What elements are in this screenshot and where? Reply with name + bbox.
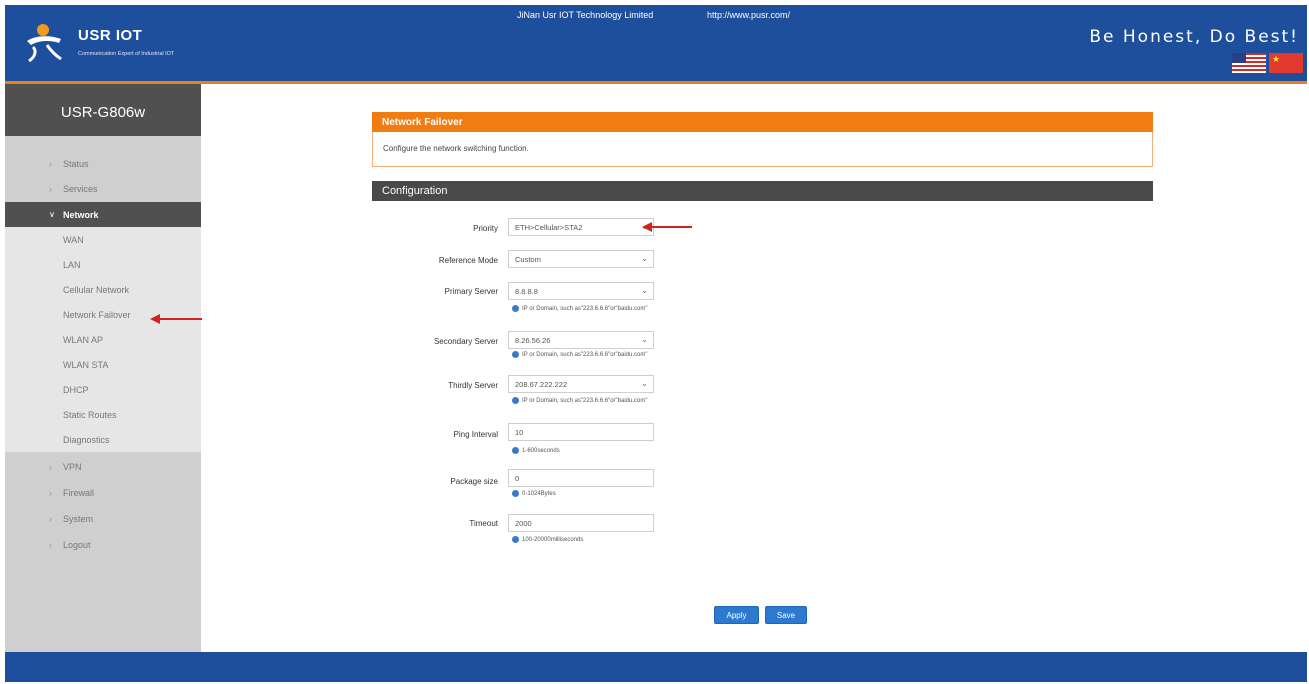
primary-server-label: Primary Server bbox=[444, 287, 498, 296]
annotation-arrow-priority bbox=[642, 222, 692, 232]
chevron-down-icon: ⌄ bbox=[641, 379, 648, 388]
device-box: USR-G806w bbox=[5, 84, 201, 136]
footer bbox=[5, 652, 1307, 682]
top-header: USR IOT Communication Expert of Industri… bbox=[5, 5, 1307, 81]
section-description-box: Configure the network switching function… bbox=[372, 132, 1153, 167]
menu-status[interactable]: Status bbox=[5, 151, 201, 176]
ping-interval-label: Ping Interval bbox=[453, 430, 498, 439]
slogan: Be Honest, Do Best! bbox=[1089, 27, 1299, 47]
menu-firewall[interactable]: Firewall bbox=[5, 480, 201, 505]
chevron-down-icon: ⌄ bbox=[641, 254, 648, 263]
secondary-server-label: Secondary Server bbox=[433, 337, 498, 346]
package-size-value: 0 bbox=[515, 474, 520, 483]
logo-title: USR IOT bbox=[78, 27, 143, 44]
menu-system[interactable]: System bbox=[5, 506, 201, 531]
package-size-label: Package size bbox=[450, 477, 498, 486]
timeout-label: Timeout bbox=[469, 519, 498, 528]
sidebar: USR-G806w Status Services Network WAN LA… bbox=[5, 84, 201, 652]
secondary-server-input[interactable]: 8.26.56.26 ⌄ bbox=[508, 331, 654, 349]
chinese-flag-icon[interactable]: ★ bbox=[1269, 53, 1303, 73]
ping-interval-hint: 1-600seconds bbox=[512, 447, 560, 454]
sidebar-item-wan[interactable]: WAN bbox=[5, 227, 201, 252]
info-icon bbox=[512, 447, 519, 454]
primary-server-hint-text: IP or Domain, such as"223.6.6.6"or"baidu… bbox=[522, 306, 648, 313]
save-button[interactable]: Save bbox=[765, 606, 807, 624]
primary-server-value: 8.8.8.8 bbox=[515, 287, 538, 296]
footer-company: JiNan Usr IOT Technology Limited bbox=[517, 10, 654, 20]
thirdly-server-label: Thirdly Server bbox=[448, 381, 498, 390]
thirdly-server-value: 208.67.222.222 bbox=[515, 380, 568, 389]
chevron-down-icon: ⌄ bbox=[641, 286, 648, 295]
info-icon bbox=[512, 490, 519, 497]
english-flag-icon[interactable] bbox=[1232, 53, 1266, 73]
package-size-input[interactable]: 0 bbox=[508, 469, 654, 487]
info-icon bbox=[512, 536, 519, 543]
ping-interval-hint-text: 1-600seconds bbox=[522, 448, 560, 455]
info-icon bbox=[512, 351, 519, 358]
info-icon bbox=[512, 305, 519, 312]
priority-select[interactable]: ETH>Cellular>STA2 ⌄ bbox=[508, 218, 654, 236]
primary-server-input[interactable]: 8.8.8.8 ⌄ bbox=[508, 282, 654, 300]
annotation-arrow-sidebar bbox=[150, 314, 202, 324]
menu-network[interactable]: Network bbox=[5, 202, 201, 227]
thirdly-server-hint-text: IP or Domain, such as"223.6.6.6"or"baidu… bbox=[522, 398, 648, 405]
sidebar-item-wlan-ap[interactable]: WLAN AP bbox=[5, 327, 201, 352]
thirdly-server-hint: IP or Domain, such as"223.6.6.6"or"baidu… bbox=[512, 397, 647, 404]
ping-interval-value: 10 bbox=[515, 428, 524, 437]
reference-mode-label: Reference Mode bbox=[438, 256, 498, 265]
section-description: Configure the network switching function… bbox=[383, 144, 529, 153]
info-icon bbox=[512, 397, 519, 404]
apply-button[interactable]: Apply bbox=[714, 606, 759, 624]
timeout-hint-text: 100-20000milliseconds bbox=[522, 537, 584, 544]
menu-vpn[interactable]: VPN bbox=[5, 454, 201, 479]
sidebar-item-wlan-sta[interactable]: WLAN STA bbox=[5, 352, 201, 377]
timeout-input[interactable]: 2000 bbox=[508, 514, 654, 532]
footer-url-link[interactable]: http://www.pusr.com/ bbox=[707, 10, 790, 20]
sidebar-item-lan[interactable]: LAN bbox=[5, 252, 201, 277]
menu-logout[interactable]: Logout bbox=[5, 532, 201, 557]
sidebar-item-dhcp[interactable]: DHCP bbox=[5, 377, 201, 402]
secondary-server-value: 8.26.56.26 bbox=[515, 336, 551, 345]
reference-mode-select[interactable]: Custom ⌄ bbox=[508, 250, 654, 268]
timeout-value: 2000 bbox=[515, 519, 532, 528]
reference-mode-value: Custom bbox=[515, 255, 541, 264]
primary-server-hint: IP or Domain, such as"223.6.6.6"or"baidu… bbox=[512, 305, 647, 312]
sidebar-item-diagnostics[interactable]: Diagnostics bbox=[5, 427, 201, 452]
package-size-hint-text: 0-1024Bytes bbox=[522, 491, 556, 498]
secondary-server-hint-text: IP or Domain, such as"223.6.6.6"or"baidu… bbox=[522, 352, 648, 359]
device-name: USR-G806w bbox=[60, 104, 146, 121]
timeout-hint: 100-20000milliseconds bbox=[512, 536, 583, 543]
thirdly-server-input[interactable]: 208.67.222.222 ⌄ bbox=[508, 375, 654, 393]
priority-value: ETH>Cellular>STA2 bbox=[515, 223, 583, 232]
logo-subtitle: Communication Expert of Industrial IOT bbox=[78, 51, 175, 57]
menu-services[interactable]: Services bbox=[5, 176, 201, 201]
usr-logo-icon bbox=[27, 24, 62, 63]
section-title: Network Failover bbox=[372, 112, 1153, 132]
package-size-hint: 0-1024Bytes bbox=[512, 490, 556, 497]
ping-interval-input[interactable]: 10 bbox=[508, 423, 654, 441]
secondary-server-hint: IP or Domain, such as"223.6.6.6"or"baidu… bbox=[512, 351, 647, 358]
chevron-down-icon: ⌄ bbox=[641, 335, 648, 344]
sidebar-item-static-routes[interactable]: Static Routes bbox=[5, 402, 201, 427]
config-title: Configuration bbox=[372, 181, 1153, 201]
priority-label: Priority bbox=[473, 224, 498, 233]
sidebar-item-cellular-network[interactable]: Cellular Network bbox=[5, 277, 201, 302]
